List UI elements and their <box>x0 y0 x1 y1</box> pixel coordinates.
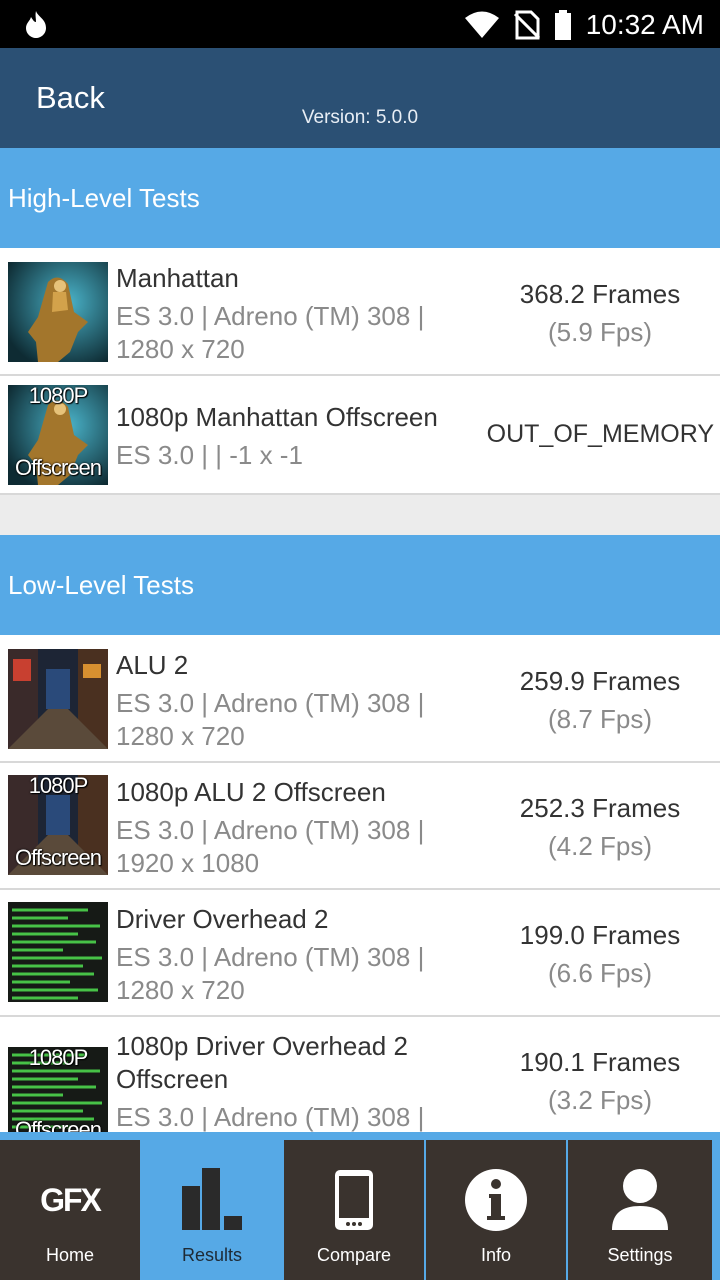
results-list[interactable]: High-Level Tests Manhattan ES 3.0 | Adre… <box>0 148 720 1132</box>
thumb-badge-top: 1080P <box>28 1047 89 1070</box>
frames-value: 259.9 Frames <box>519 666 681 696</box>
status-bar: 10:32 AM <box>0 0 720 48</box>
frames-value: 190.1 Frames <box>519 1047 681 1077</box>
frames-value: 368.2 Frames <box>519 279 681 309</box>
result-row-alu-2[interactable]: ALU 2 ES 3.0 | Adreno (TM) 308 | 1280 x … <box>0 635 720 763</box>
test-detail: ES 3.0 | Adreno (TM) 308 | 1280 x 720 <box>116 942 425 1005</box>
section-title: Low-Level Tests <box>8 569 194 600</box>
no-sim-icon <box>514 10 540 40</box>
test-detail: ES 3.0 | Adreno (TM) 308 | <box>116 1102 425 1132</box>
test-detail: ES 3.0 | Adreno (TM) 308 | 1280 x 720 <box>116 688 425 751</box>
result-row-1080p-alu-2-offscreen[interactable]: 1080P Offscreen 1080p ALU 2 Offscreen ES… <box>0 763 720 890</box>
tab-compare[interactable]: Compare <box>284 1140 426 1280</box>
manhattan-offscreen-thumbnail: 1080P Offscreen <box>8 385 108 485</box>
test-name: Driver Overhead 2 <box>116 904 329 934</box>
test-result: 368.2 Frames (5.9 Fps) <box>480 275 720 351</box>
result-row-manhattan[interactable]: Manhattan ES 3.0 | Adreno (TM) 308 | 128… <box>0 248 720 376</box>
test-name: 1080p Driver Overhead 2 Offscreen <box>116 1031 408 1094</box>
tab-label: Info <box>480 1245 512 1265</box>
result-row-1080p-manhattan-offscreen[interactable]: 1080P Offscreen 1080p Manhattan Offscree… <box>0 376 720 495</box>
test-error: OUT_OF_MEMORY <box>486 420 714 448</box>
thumb-badge-bottom: Offscreen <box>15 455 102 480</box>
test-result: 199.0 Frames (6.6 Fps) <box>480 916 720 992</box>
test-detail: ES 3.0 | Adreno (TM) 308 | 1280 x 720 <box>116 301 425 364</box>
wifi-icon <box>465 11 499 38</box>
status-icons <box>464 10 572 40</box>
tab-label: Results <box>181 1245 243 1265</box>
alu-2-offscreen-thumbnail: 1080P Offscreen <box>8 775 108 875</box>
test-result: 190.1 Frames (3.2 Fps) <box>480 1043 720 1119</box>
tab-home[interactable]: GFX Home <box>0 1140 142 1280</box>
info-icon <box>465 1169 527 1231</box>
battery-icon <box>555 10 571 40</box>
frames-value: 252.3 Frames <box>519 793 681 823</box>
alu-2-thumbnail <box>8 649 108 749</box>
fps-value: (6.6 Fps) <box>547 958 653 988</box>
section-header-high-level: High-Level Tests <box>0 148 720 248</box>
frames-value: 199.0 Frames <box>519 920 681 950</box>
status-time: 10:32 AM <box>585 9 704 40</box>
thumb-badge-top: 1080P <box>28 385 89 408</box>
app-bar: Back Version: 5.0.0 <box>0 48 720 148</box>
test-name: 1080p Manhattan Offscreen <box>116 402 438 432</box>
test-detail: ES 3.0 | | -1 x -1 <box>116 440 303 470</box>
phone-icon <box>335 1170 373 1230</box>
test-detail: ES 3.0 | Adreno (TM) 308 | 1920 x 1080 <box>116 815 425 878</box>
result-row-1080p-driver-overhead-2-offscreen[interactable]: 1080P Offscreen 1080p Driver Overhead 2 … <box>0 1017 720 1132</box>
fps-value: (8.7 Fps) <box>547 704 653 734</box>
tab-label: Settings <box>607 1245 673 1265</box>
section-gap <box>0 495 720 535</box>
driver-overhead-2-thumbnail <box>8 902 108 1002</box>
driver-overhead-2-offscreen-thumbnail: 1080P Offscreen <box>8 1047 108 1132</box>
test-name: ALU 2 <box>116 650 189 680</box>
tab-label: Home <box>45 1245 94 1265</box>
test-result: 259.9 Frames (8.7 Fps) <box>480 662 720 738</box>
bottom-nav: GFX Home Results Compare Info Settings <box>0 1132 720 1280</box>
user-icon <box>612 1169 668 1230</box>
gfx-logo: GFX <box>40 1181 102 1218</box>
bar-chart-icon <box>182 1168 242 1230</box>
section-header-low-level: Low-Level Tests <box>0 535 720 635</box>
result-row-driver-overhead-2[interactable]: Driver Overhead 2 ES 3.0 | Adreno (TM) 3… <box>0 890 720 1017</box>
fps-value: (3.2 Fps) <box>547 1085 653 1115</box>
tab-info[interactable]: Info <box>426 1140 568 1280</box>
test-name: 1080p ALU 2 Offscreen <box>116 777 386 807</box>
tab-settings[interactable]: Settings <box>568 1140 712 1280</box>
test-name: Manhattan <box>116 263 239 293</box>
tab-label: Compare <box>316 1245 392 1265</box>
fps-value: (5.9 Fps) <box>547 317 653 347</box>
section-title: High-Level Tests <box>8 182 200 213</box>
thumb-badge-top: 1080P <box>28 775 89 798</box>
flame-icon <box>26 11 46 38</box>
manhattan-thumbnail <box>8 262 108 362</box>
thumb-badge-bottom: Offscreen <box>15 1117 102 1132</box>
fps-value: (4.2 Fps) <box>547 831 653 861</box>
thumb-badge-bottom: Offscreen <box>15 845 102 870</box>
test-result: 252.3 Frames (4.2 Fps) <box>480 789 720 865</box>
version-label: Version: 5.0.0 <box>301 107 419 128</box>
tab-results[interactable]: Results <box>142 1140 284 1280</box>
